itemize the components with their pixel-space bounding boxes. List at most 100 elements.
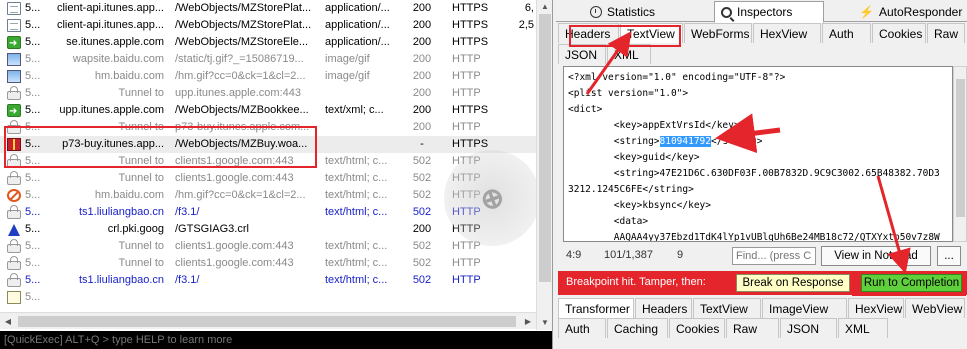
session-row[interactable]: 5... se.itunes.apple.com/WebObjects/MZSto…	[0, 34, 536, 51]
sessions-vertical-scrollbar[interactable]: ▲ ▼	[536, 0, 552, 330]
tab-raw[interactable]: Raw	[927, 23, 965, 43]
view-in-notepad-button[interactable]: View in Notepad	[821, 246, 931, 266]
tab-webview[interactable]: WebView	[905, 298, 965, 318]
session-size	[494, 289, 536, 306]
scroll-up-arrow-icon[interactable]: ▲	[537, 0, 552, 14]
session-number: 5...	[25, 53, 41, 65]
session-row[interactable]: 5... hm.baidu.com/hm.gif?cc=0&ck=1&cl=2..…	[0, 68, 536, 85]
tab-json[interactable]: JSON	[558, 44, 606, 64]
tab-label: Statistics	[607, 5, 656, 19]
tab-headers[interactable]: Headers	[558, 23, 619, 43]
session-result: 200	[412, 223, 432, 235]
xml-vertical-scrollbar[interactable]	[953, 66, 967, 242]
session-content-type: image/gif	[325, 53, 370, 65]
session-protocol	[452, 289, 500, 306]
session-url: clients1.google.com:443	[175, 172, 294, 184]
session-row[interactable]: 5... Tunnel to upp.itunes.apple.com:443 200…	[0, 85, 536, 102]
session-icon-cell	[6, 272, 22, 289]
xml-text-view[interactable]: <?xml version="1.0" encoding="UTF-8"?> <p…	[563, 66, 953, 242]
tab-hexview[interactable]: HexView	[753, 23, 821, 43]
request-tabs: Headers TextView WebForms HexView Auth Cookie…	[556, 23, 967, 44]
doc-icon	[7, 2, 21, 15]
xml-lines-before: <?xml version="1.0" encoding="UTF-8"?> <p…	[568, 70, 952, 134]
find-input[interactable]	[732, 247, 816, 265]
xml-selected-value[interactable]: 810941792	[659, 136, 711, 147]
script-icon	[7, 291, 21, 304]
tab-cookies[interactable]: Cookies	[872, 23, 926, 43]
tab-xml[interactable]: XML	[607, 44, 651, 64]
session-result: 502	[412, 189, 432, 201]
session-row[interactable]: 5... client-api.itunes.app... /WebObjects/…	[0, 17, 536, 34]
breakpoint-bar: Breakpoint hit. Tamper, then: Break on R…	[558, 271, 967, 295]
scroll-down-arrow-icon[interactable]: ▼	[537, 316, 552, 330]
more-options-button[interactable]: ...	[937, 246, 961, 266]
session-result: -	[420, 138, 424, 150]
tab-transformer[interactable]: Transformer	[558, 298, 634, 318]
session-content-type: text/html; c...	[325, 172, 388, 184]
session-row[interactable]: 5... Tunnel to p73-buy.itunes.apple.com...…	[0, 119, 536, 136]
tab-cookies[interactable]: Cookies	[669, 318, 725, 338]
tab-json[interactable]: JSON	[780, 318, 837, 338]
session-number: 5...	[25, 121, 41, 133]
lock-icon	[7, 273, 21, 287]
session-host: wapsite.baidu.com	[72, 53, 164, 65]
gift-icon	[7, 138, 21, 151]
tab-label: AutoResponder	[878, 5, 963, 19]
tab-inspectors[interactable]: Inspectors	[714, 1, 824, 23]
top-tabs: Statistics Inspectors ⚡ AutoResponder	[556, 0, 967, 23]
session-row[interactable]: 5... Tunnel to clients1.google.com:443 text…	[0, 255, 536, 272]
tab-caching[interactable]: Caching	[607, 318, 668, 338]
session-result: 200	[412, 36, 432, 48]
session-result: 502	[412, 155, 432, 167]
session-content-type: application/...	[325, 19, 390, 31]
tab-webforms[interactable]: WebForms	[684, 23, 752, 43]
quickexec-input[interactable]: [QuickExec] ALT+Q > type HELP to learn m…	[0, 331, 552, 349]
tab-textview[interactable]: TextView	[620, 23, 683, 43]
session-content-type: application/...	[325, 2, 390, 14]
session-host: Tunnel to	[118, 87, 164, 99]
session-host	[50, 289, 168, 306]
tab-auth[interactable]: Auth	[822, 23, 871, 43]
session-url: /WebObjects/MZBuy.woa...	[175, 138, 308, 150]
session-size	[494, 51, 536, 68]
tab-imageview[interactable]: ImageView	[762, 298, 847, 318]
session-row[interactable]: 5... wapsite.baidu.com/static/tj.gif?_=15…	[0, 51, 536, 68]
session-icon-cell	[6, 0, 22, 17]
session-row[interactable]: 5... client-api.itunes.app... /WebObjects/…	[0, 0, 536, 17]
tab-hexview[interactable]: HexView	[848, 298, 904, 318]
tab-headers[interactable]: Headers	[635, 298, 692, 318]
break-on-response-button[interactable]: Break on Response	[736, 274, 850, 292]
scrollbar-thumb[interactable]	[956, 79, 965, 217]
tab-textview[interactable]: TextView	[693, 298, 761, 318]
session-size	[494, 85, 536, 102]
session-content-type: text/html; c...	[325, 206, 388, 218]
session-result: 502	[412, 274, 432, 286]
session-row[interactable]: 5... upp.itunes.apple.com/WebObjects/MZBo…	[0, 102, 536, 119]
session-host: client-api.itunes.app...	[56, 2, 164, 14]
session-host: ts1.liuliangbao.cn	[78, 274, 164, 286]
tab-auth[interactable]: Auth	[558, 318, 606, 338]
sessions-list[interactable]: 5... client-api.itunes.app... /WebObjects/…	[0, 0, 553, 349]
run-to-completion-button[interactable]: Run to Completion	[861, 274, 962, 292]
session-size	[494, 102, 536, 119]
scroll-right-arrow-icon[interactable]: ▶	[520, 313, 536, 330]
block-icon	[7, 189, 21, 202]
session-host: hm.baidu.com	[94, 70, 164, 82]
tab-raw[interactable]: Raw	[726, 318, 779, 338]
response-tabs: Transformer Headers TextView ImageView HexVi…	[556, 298, 967, 319]
session-row[interactable]: 5... ts1.liuliangbao.cn/f3.1/text/html; c…	[0, 272, 536, 289]
scrollbar-thumb[interactable]	[539, 14, 551, 282]
scrollbar-thumb[interactable]	[18, 316, 516, 327]
tab-statistics[interactable]: Statistics	[584, 2, 661, 22]
session-row[interactable]: 5... Tunnel to clients1.google.com:443 text…	[0, 238, 536, 255]
scroll-left-arrow-icon[interactable]: ◀	[0, 313, 16, 330]
session-content-type: text/html; c...	[325, 189, 388, 201]
sessions-horizontal-scrollbar[interactable]: ◀ ▶	[0, 312, 536, 329]
session-row[interactable]: 5...	[0, 289, 536, 306]
char-count: 101/1,387	[604, 249, 653, 261]
session-row[interactable]: 5... p73-buy.itunes.app... /WebObjects/MZB…	[0, 136, 536, 153]
session-size	[494, 119, 536, 136]
session-icon-cell	[6, 136, 22, 153]
tab-xml[interactable]: XML	[838, 318, 888, 338]
tab-autoresponder[interactable]: ⚡ AutoResponder	[853, 2, 967, 22]
